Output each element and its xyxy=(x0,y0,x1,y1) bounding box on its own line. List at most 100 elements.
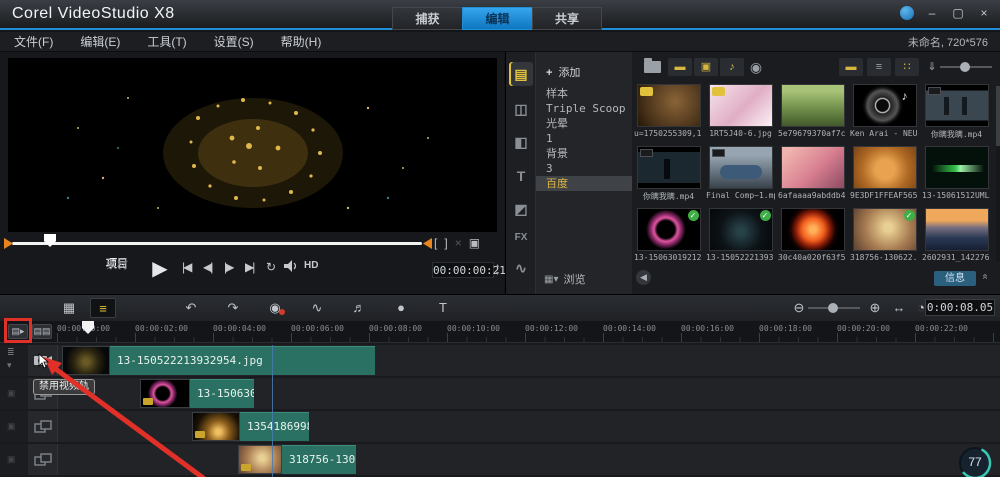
overlay-track-2-content[interactable]: 135418699876 xyxy=(58,411,1000,442)
library-folder[interactable]: 背景 xyxy=(536,146,632,161)
show-photos-icon[interactable]: ▣ xyxy=(694,58,718,76)
library-item[interactable]: 13-15061512UML... xyxy=(922,146,991,202)
preview-timecode[interactable]: 00:00:00:21 xyxy=(432,262,506,278)
track-list-icon[interactable]: ≣ xyxy=(7,347,15,358)
overlay-track-3-header[interactable] xyxy=(28,444,58,475)
add-folder-button[interactable]: + 添加 xyxy=(546,64,580,80)
menu-item[interactable]: 帮助(H) xyxy=(281,33,322,50)
menu-item[interactable]: 工具(T) xyxy=(147,33,186,50)
preview-video[interactable] xyxy=(8,58,497,232)
next-frame-icon[interactable]: |▶ xyxy=(224,260,234,274)
graphic-icon[interactable]: ◩ xyxy=(509,197,533,221)
library-folder[interactable]: 样本 xyxy=(536,86,632,101)
timeline-time-display[interactable]: 0:00:08.05 xyxy=(925,299,995,316)
library-folder[interactable]: 百度 xyxy=(536,176,632,191)
library-scrollbar[interactable] xyxy=(996,86,1000,262)
chevron-down-icon[interactable]: ▾ xyxy=(7,360,12,371)
minimize-button[interactable]: – xyxy=(924,6,940,20)
library-folder[interactable]: 3 xyxy=(536,161,632,176)
library-item[interactable]: 5e79679370af7c... xyxy=(778,84,847,140)
sound-mixer-icon[interactable]: ∿ xyxy=(304,298,330,318)
browse-button[interactable]: ▦▾ 浏览 xyxy=(544,271,585,287)
back-icon[interactable]: ◀ xyxy=(636,270,651,285)
import-folder-icon[interactable] xyxy=(644,58,661,73)
volume-icon[interactable] xyxy=(284,260,298,275)
filter-fx-icon[interactable]: FX xyxy=(509,226,533,250)
track-mini-icon[interactable]: ▣ xyxy=(7,454,16,465)
library-item[interactable]: Ken Arai - NEU... xyxy=(850,84,919,140)
scrubber-marker[interactable] xyxy=(44,234,56,247)
mark-in-icon[interactable]: [ xyxy=(434,236,437,250)
info-button[interactable]: 信息 xyxy=(934,271,976,286)
timeline-clip[interactable]: 13-150522213932954.jpg xyxy=(62,346,375,375)
split-clip-icon[interactable]: × xyxy=(455,236,462,250)
overlay-track-3-content[interactable]: 318756-1306222 xyxy=(58,444,1000,475)
library-folder[interactable]: Triple Scoop M... xyxy=(536,101,632,116)
timeline-zoom-knob[interactable] xyxy=(828,303,838,313)
tab-share[interactable]: 共享 xyxy=(532,7,602,30)
timeline-clip[interactable]: 318756-1306222 xyxy=(238,445,356,474)
instant-project-icon[interactable]: ◫ xyxy=(509,97,533,121)
timeline-clip[interactable]: 13-150630192... xyxy=(140,379,254,408)
grid-view-icon[interactable]: ∷ xyxy=(895,58,919,76)
redo-icon[interactable]: ↷ xyxy=(220,298,246,318)
library-item[interactable]: 9E3DF1FFEAF565... xyxy=(850,146,919,202)
zoom-out-icon[interactable]: ⊖ xyxy=(786,298,812,318)
timeline-ruler[interactable]: 00:00:00:0000:00:02:0000:00:04:0000:00:0… xyxy=(0,321,1000,343)
overlay-track-1-content[interactable]: 13-150630192... xyxy=(58,378,1000,409)
collapse-icon[interactable]: « xyxy=(979,274,990,280)
track-mini-icon[interactable]: ▣ xyxy=(7,388,16,399)
previous-icon[interactable]: |◀ xyxy=(182,260,192,274)
library-item[interactable]: 你瞒我瞒.mp4 xyxy=(634,146,703,202)
overlay-track-2-header[interactable] xyxy=(28,411,58,442)
zoom-in-icon[interactable]: ⊕ xyxy=(862,298,888,318)
timeline-clip[interactable]: 135418699876 xyxy=(192,412,309,441)
track-layout-button[interactable]: ▤▤ xyxy=(32,324,52,339)
record-capture-option-icon[interactable]: ◉ xyxy=(744,58,768,76)
library-item[interactable]: 30c40a020f63f5... xyxy=(778,208,847,262)
time-ruler-icon[interactable]: ◔ xyxy=(908,298,934,318)
subtitle-editor-icon[interactable]: T xyxy=(430,298,456,318)
library-item[interactable]: ✓ 318756-130622... xyxy=(850,208,919,262)
repeat-icon[interactable]: ↻ xyxy=(266,260,276,274)
library-item[interactable]: ✓ 13-15063019212... xyxy=(634,208,703,262)
library-item[interactable]: 1RT5J40-6.jpg xyxy=(706,84,775,140)
title-icon[interactable]: T xyxy=(509,164,533,188)
undo-icon[interactable]: ↶ xyxy=(178,298,204,318)
timecode-spinner[interactable]: ▴ ▾ xyxy=(496,262,499,278)
motion-path-icon[interactable]: ∿ xyxy=(509,256,533,280)
play-button[interactable]: ▶ xyxy=(146,256,174,282)
scrubber-track[interactable] xyxy=(12,242,422,245)
track-effects-icon[interactable]: ● xyxy=(388,298,414,318)
library-item[interactable]: 6afaaaa9abddb4... xyxy=(778,146,847,202)
trim-start-handle[interactable] xyxy=(4,238,13,249)
mode-clip-label[interactable]: 素材 xyxy=(106,260,128,289)
library-item[interactable]: ✓ 13-15052221393... xyxy=(706,208,775,262)
track-mini-icon[interactable]: ▣ xyxy=(7,421,16,432)
menu-item[interactable]: 编辑(E) xyxy=(80,33,120,50)
transition-icon[interactable]: ◧ xyxy=(509,130,533,154)
floating-progress-badge[interactable]: 77 xyxy=(958,446,992,477)
menu-item[interactable]: 文件(F) xyxy=(14,33,53,50)
video-track-content[interactable]: 13-150522213932954.jpg xyxy=(58,345,1000,376)
library-item[interactable]: Final Comp~1.mp4 xyxy=(706,146,775,202)
tab-capture[interactable]: 捕获 xyxy=(392,7,462,30)
tab-edit[interactable]: 编辑 xyxy=(462,7,532,30)
library-item[interactable]: u=1750255309,1... xyxy=(634,84,703,140)
show-videos-icon[interactable]: ▬ xyxy=(668,58,692,76)
mark-out-icon[interactable]: ] xyxy=(444,236,447,250)
list-view-icon[interactable]: ≡ xyxy=(867,58,891,76)
track-manager-button[interactable]: ▤▸ xyxy=(8,324,28,339)
storyboard-view-icon[interactable]: ▦ xyxy=(56,298,82,318)
timeline-view-icon[interactable]: ≡ xyxy=(90,298,116,318)
library-folder[interactable]: 光晕 xyxy=(536,116,632,131)
next-icon[interactable]: ▶| xyxy=(245,260,255,274)
library-folder[interactable]: 1 xyxy=(536,131,632,146)
auto-music-icon[interactable]: ♬ xyxy=(346,298,372,318)
hd-preview-button[interactable]: HD xyxy=(304,260,318,271)
prev-frame-icon[interactable]: ◀| xyxy=(203,260,213,274)
help-icon[interactable] xyxy=(900,6,914,20)
thumbnail-view-icon[interactable]: ▬ xyxy=(839,58,863,76)
menu-item[interactable]: 设置(S) xyxy=(214,33,254,50)
thumb-size-knob[interactable] xyxy=(960,62,970,72)
